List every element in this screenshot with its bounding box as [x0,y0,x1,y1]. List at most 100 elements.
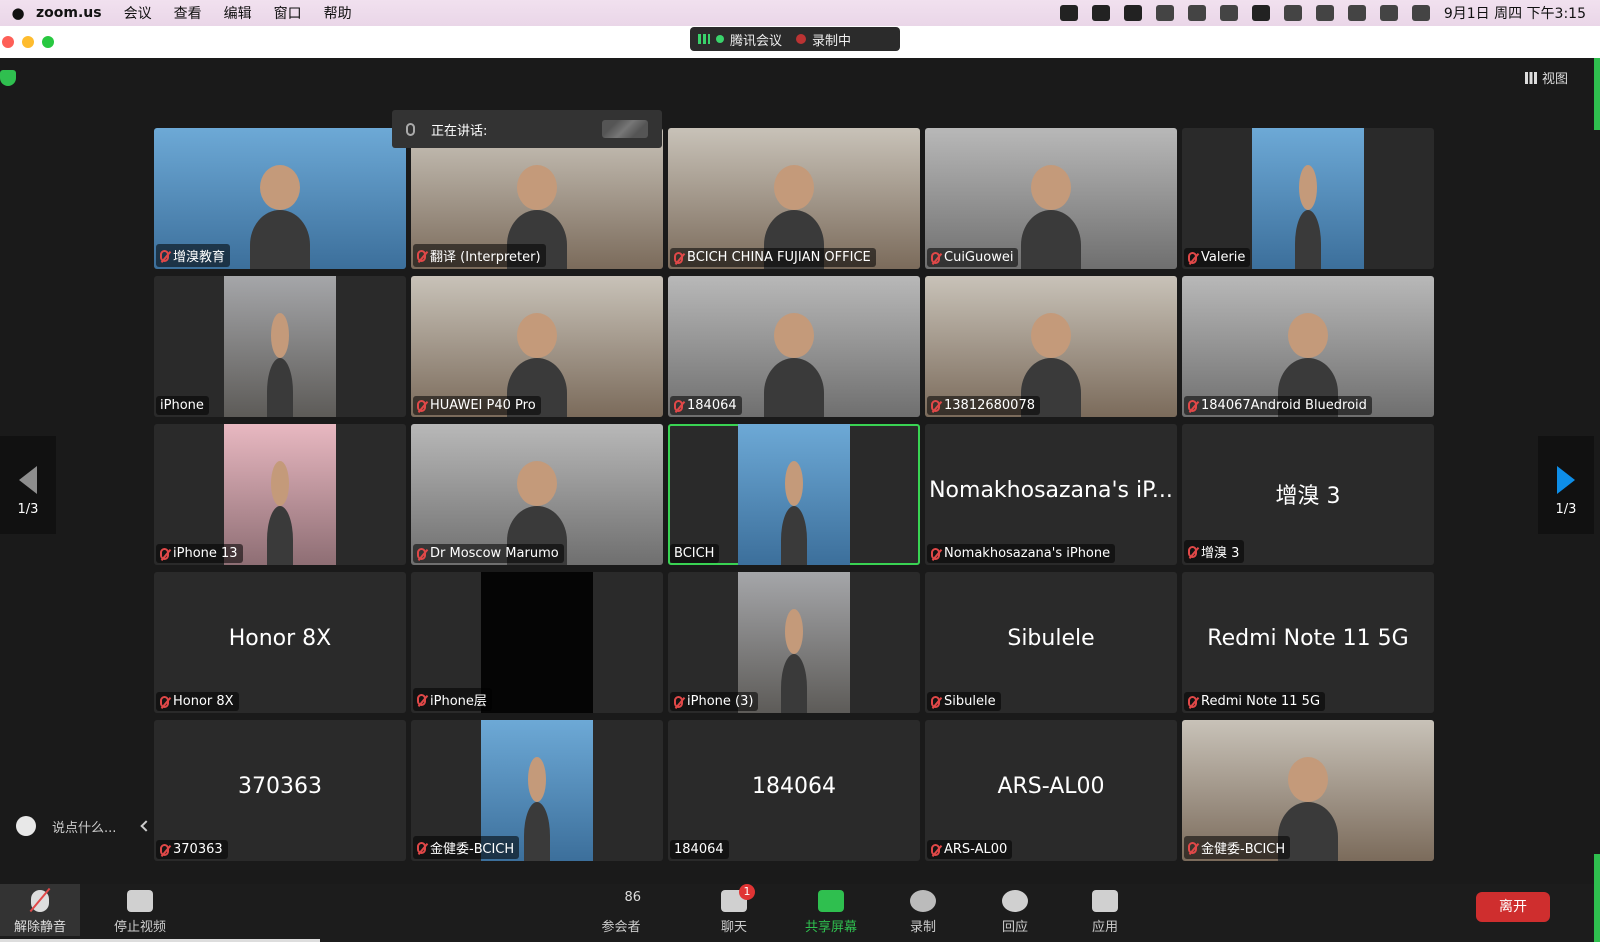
participant-tile[interactable]: 370363 370363 [154,720,406,861]
participant-tile[interactable]: iPhone [154,276,406,417]
mic-muted-icon [674,251,683,264]
participant-tile[interactable]: iPhone (3) [668,572,920,713]
share-screen-button[interactable]: 共享屏幕 [796,890,866,935]
menu-edit[interactable]: 编辑 [224,3,252,23]
mic-muted-icon [160,547,169,560]
participant-silhouette [780,505,808,565]
participant-name-tag: 184067Android Bluedroid [1184,396,1372,415]
participant-count: 86 [624,890,641,905]
quick-chat[interactable]: 说点什么... [16,816,153,836]
menu-view[interactable]: 查看 [174,3,202,23]
view-button[interactable]: 视图 [1524,68,1568,87]
participant-tile[interactable]: Honor 8X Honor 8X [154,572,406,713]
chat-button[interactable]: 1 聊天 [704,884,764,935]
participant-tile[interactable]: Sibulele Sibulele [925,572,1177,713]
participant-tile[interactable]: 184064 [668,276,920,417]
participant-name: 184064 [674,842,724,857]
participant-face [528,756,546,802]
zoom-window-icon[interactable] [42,36,54,48]
stop-video-label: 停止视频 [113,920,166,935]
participant-display-name: 184064 [752,774,836,799]
participant-tile[interactable]: 金健委-BCICH [1182,720,1434,861]
wechat-icon[interactable] [1091,5,1110,21]
menu-help[interactable]: 帮助 [324,3,352,23]
stop-video-button[interactable]: 停止视频 [110,890,170,935]
participant-face [1030,312,1072,358]
participant-tile[interactable]: 13812680078 [925,276,1177,417]
menu-window[interactable]: 窗口 [274,3,302,23]
participant-tile[interactable]: 增溴教育 [154,128,406,269]
recording-pill[interactable]: 腾讯会议 录制中 [690,27,900,51]
menu-app-name[interactable]: zoom.us [36,5,102,21]
participant-tile[interactable]: 金健委-BCICH [411,720,663,861]
search-icon[interactable] [1347,5,1366,21]
participant-tile[interactable]: BCICH [668,424,920,565]
record-button[interactable]: 录制 [898,890,948,935]
vlc-icon[interactable] [1155,5,1174,21]
mic-muted-icon [931,695,940,708]
participant-tile[interactable]: Nomakhosazana's iP... Nomakhosazana's iPh… [925,424,1177,565]
participant-tile[interactable]: 翻译 (Interpreter) [411,128,663,269]
recording-status: 录制中 [812,33,852,49]
mic-muted-icon [160,249,169,262]
participant-face [271,312,289,358]
participant-tile[interactable]: iPhone层 [411,572,663,713]
participant-silhouette [763,357,825,417]
accessibility-icon[interactable] [1219,5,1238,21]
chat-placeholder[interactable]: 说点什么... [52,817,116,836]
minimize-window-icon[interactable] [22,36,34,48]
control-center-icon[interactable] [1379,5,1398,21]
participant-tile[interactable]: Dr Moscow Marumo [411,424,663,565]
participant-face [1030,164,1072,210]
vpn-icon[interactable] [1123,5,1142,21]
apps-button[interactable]: 应用 [1080,890,1130,935]
leave-button[interactable]: 离开 [1476,892,1550,922]
participant-silhouette [523,801,551,861]
participant-name-tag: 增溴教育 [156,244,231,267]
zoom-status-icon[interactable] [1059,5,1078,21]
chevron-left-icon[interactable] [140,820,153,832]
participant-tile[interactable]: HUAWEI P40 Pro [411,276,663,417]
participant-name-tag: Dr Moscow Marumo [413,544,564,563]
video-feed [1252,128,1364,269]
wifi-icon[interactable] [1315,5,1334,21]
mic-muted-icon [931,251,940,264]
status-icons: 9月1日 周四 下午3:15 [1059,0,1586,26]
record-label: 录制 [909,920,936,935]
participant-name-tag: iPhone层 [413,688,492,711]
mic-muted-icon [1188,545,1197,558]
participant-tile[interactable]: Valerie [1182,128,1434,269]
security-shield-icon[interactable] [0,70,16,86]
participant-name: Honor 8X [173,694,234,709]
input-method-icon[interactable] [1251,5,1270,21]
siri-icon[interactable] [1411,5,1430,21]
participant-silhouette [1294,209,1322,269]
menubar-clock[interactable]: 9月1日 周四 下午3:15 [1444,3,1586,23]
participant-name-tag: Sibulele [927,692,1001,711]
participant-tile[interactable]: iPhone 13 [154,424,406,565]
unmute-button[interactable]: 解除静音 [0,884,80,936]
prev-page-button[interactable]: 1/3 [0,436,56,534]
participant-tile[interactable]: BCICH CHINA FUJIAN OFFICE [668,128,920,269]
participant-tile[interactable]: ARS-AL00 ARS-AL00 [925,720,1177,861]
participant-tile[interactable]: Redmi Note 11 5G Redmi Note 11 5G [1182,572,1434,713]
apple-icon[interactable]: ● [0,4,36,22]
reactions-button[interactable]: 回应 [990,890,1040,935]
menu-meeting[interactable]: 会议 [124,3,152,23]
participant-tile[interactable]: CuiGuowei [925,128,1177,269]
participant-name: Dr Moscow Marumo [430,546,559,561]
participant-tile[interactable]: 184064 184064 [668,720,920,861]
participant-name: iPhone层 [430,694,487,709]
participants-button[interactable]: 86 参会者 [590,890,652,935]
speaking-label: 正在讲话: [431,123,488,139]
next-page-button[interactable]: 1/3 [1538,436,1594,534]
participant-tile[interactable]: 184067Android Bluedroid [1182,276,1434,417]
bluetooth-icon[interactable] [1187,5,1206,21]
emoji-icon[interactable] [16,816,36,836]
participant-tile[interactable]: 增溴 3 增溴 3 [1182,424,1434,565]
record-icon [910,890,936,912]
mic-muted-icon [417,841,426,854]
mic-muted-icon [674,695,683,708]
close-window-icon[interactable] [2,36,14,48]
battery-icon[interactable] [1283,5,1302,21]
